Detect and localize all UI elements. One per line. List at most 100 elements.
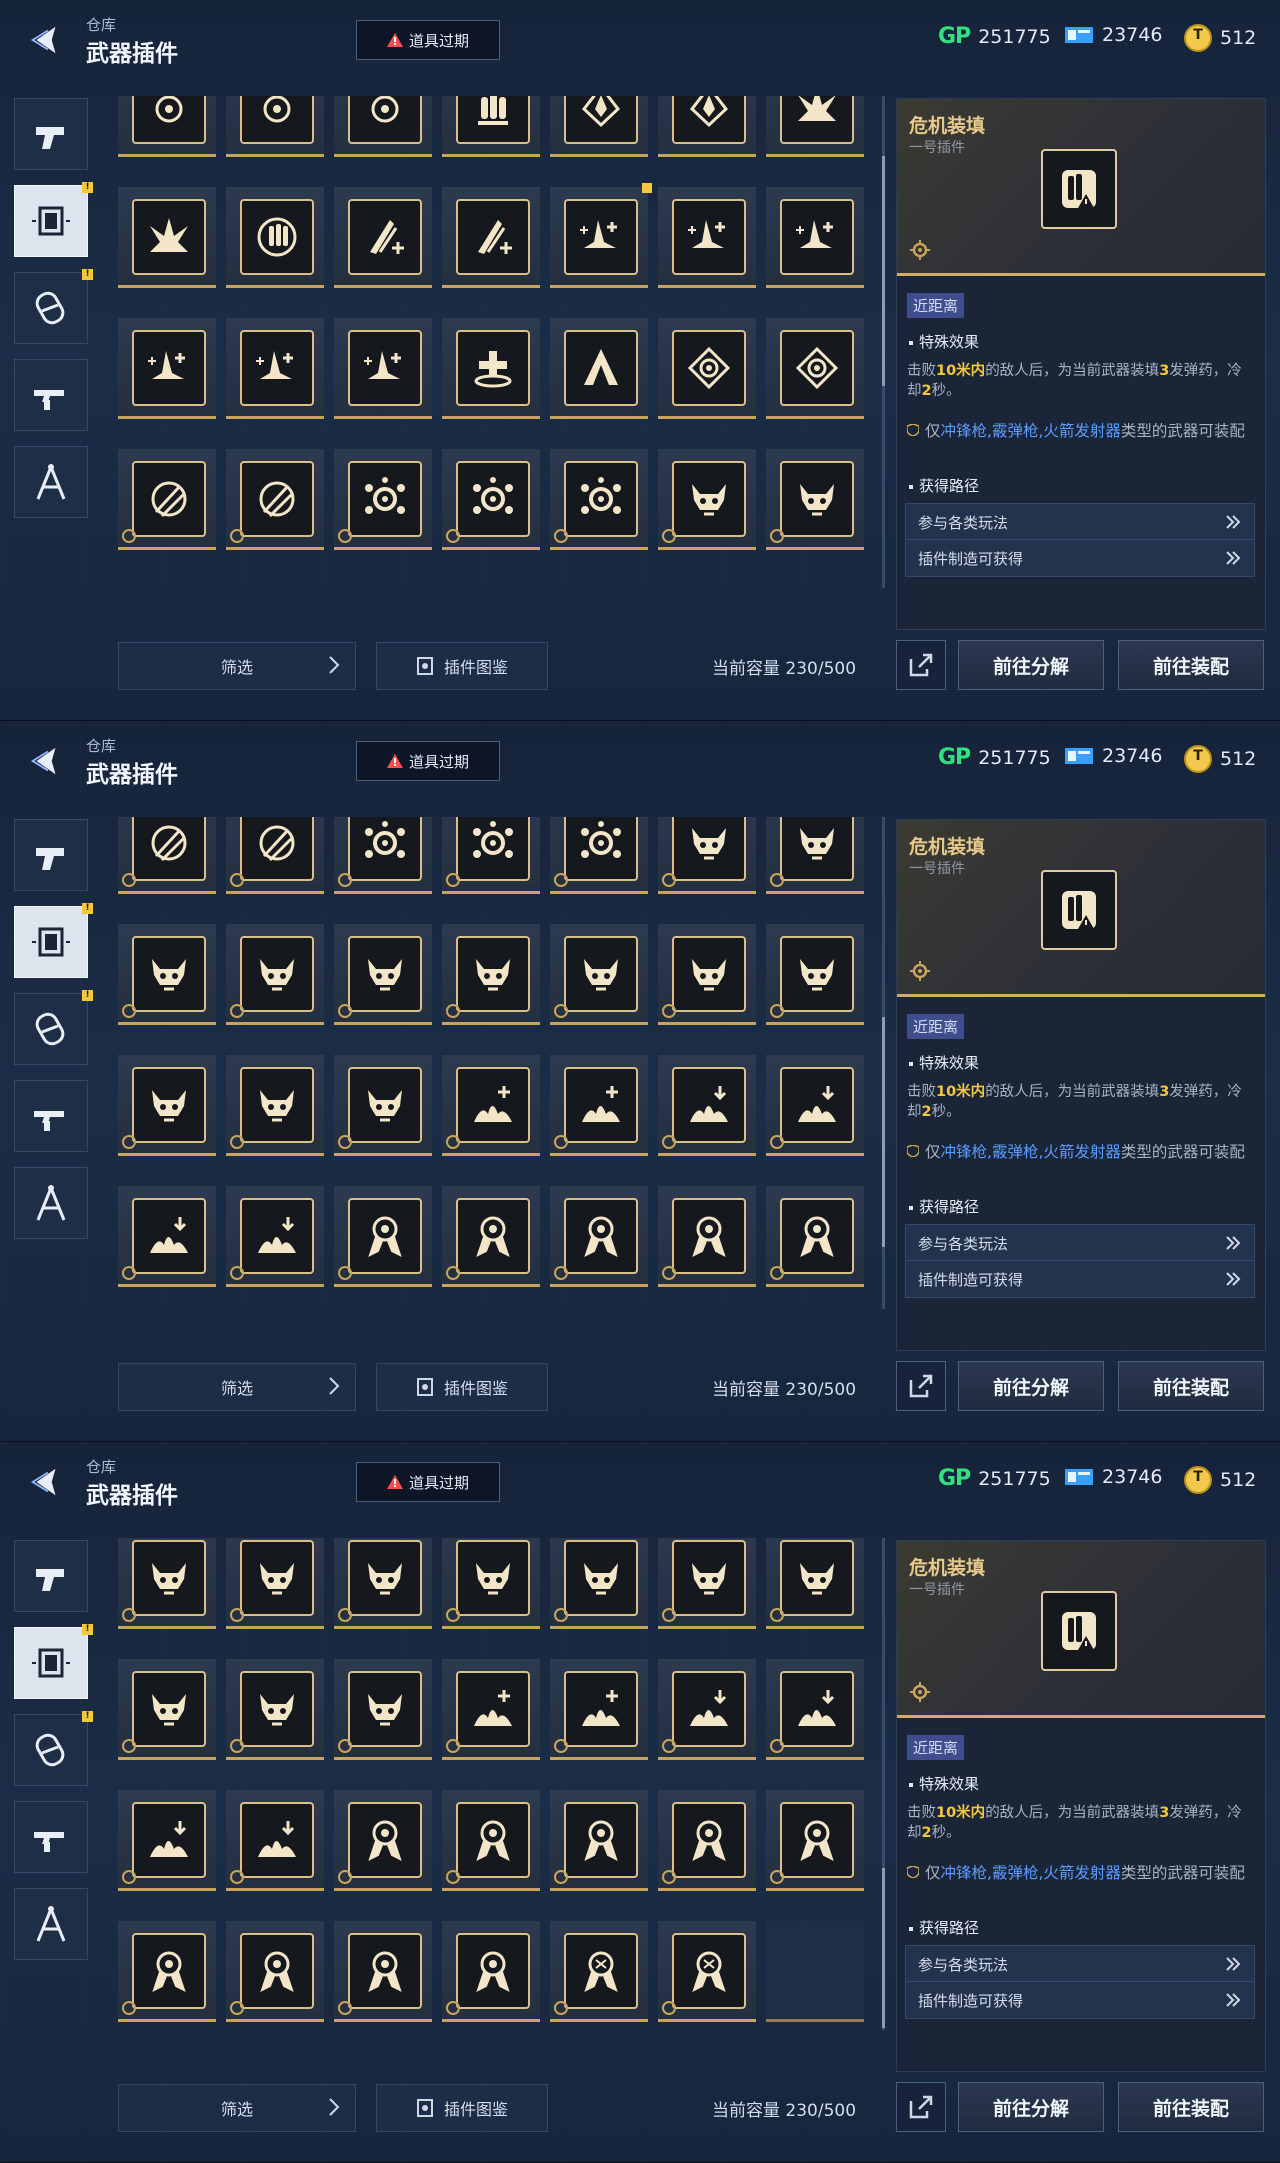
plugin-slot[interactable]	[334, 96, 432, 157]
expand-detail-button[interactable]	[896, 640, 946, 690]
plugin-slot[interactable]	[442, 318, 540, 419]
plugin-slot[interactable]	[118, 1055, 216, 1156]
acquire-route-button[interactable]: 参与各类玩法	[905, 1224, 1255, 1262]
side-tab-pistol[interactable]	[14, 98, 88, 170]
scrollbar-thumb[interactable]	[882, 1868, 885, 2028]
filter-button[interactable]: 筛选	[118, 1363, 356, 1411]
plugin-slot[interactable]	[334, 1659, 432, 1760]
plugin-slot[interactable]	[766, 817, 864, 894]
plugin-slot[interactable]	[118, 1790, 216, 1891]
plugin-slot[interactable]	[226, 318, 324, 419]
acquire-route-button[interactable]: 插件制造可获得	[905, 1260, 1255, 1298]
plugin-slot[interactable]	[766, 318, 864, 419]
plugin-slot[interactable]	[550, 1186, 648, 1287]
plugin-slot[interactable]	[442, 1538, 540, 1629]
side-tab-plugin-chip[interactable]: !	[14, 182, 93, 257]
plugin-slot[interactable]	[118, 1659, 216, 1760]
plugin-slot[interactable]	[334, 318, 432, 419]
side-tab-pistol[interactable]	[14, 819, 88, 891]
plugin-slot[interactable]	[118, 1921, 216, 2022]
side-tab-compass[interactable]	[14, 1888, 88, 1960]
plugin-slot[interactable]	[658, 318, 756, 419]
plugin-slot[interactable]	[658, 449, 756, 550]
filter-button[interactable]: 筛选	[118, 642, 356, 690]
go-equip-button[interactable]: 前往装配	[1118, 640, 1264, 690]
side-tab-rifle[interactable]	[14, 1080, 88, 1152]
go-dismantle-button[interactable]: 前往分解	[958, 640, 1104, 690]
acquire-route-button[interactable]: 参与各类玩法	[905, 503, 1255, 541]
plugin-slot[interactable]	[442, 1921, 540, 2022]
plugin-slot[interactable]	[658, 187, 756, 288]
plugin-slot[interactable]	[118, 924, 216, 1025]
plugin-slot[interactable]	[118, 817, 216, 894]
plugin-slot[interactable]	[550, 183, 652, 288]
plugin-slot[interactable]	[658, 1921, 756, 2022]
back-button[interactable]	[22, 18, 70, 62]
plugin-slot[interactable]	[658, 817, 756, 894]
plugin-slot[interactable]	[766, 96, 864, 157]
acquire-route-button[interactable]: 插件制造可获得	[905, 539, 1255, 577]
plugin-slot[interactable]	[766, 187, 864, 288]
go-equip-button[interactable]: 前往装配	[1118, 2082, 1264, 2132]
side-tab-rifle[interactable]	[14, 1801, 88, 1873]
plugin-slot[interactable]	[550, 1921, 648, 2022]
plugin-codex-button[interactable]: 插件图鉴	[376, 2084, 548, 2132]
plugin-slot[interactable]	[442, 1055, 540, 1156]
plugin-slot[interactable]	[226, 1790, 324, 1891]
plugin-slot[interactable]	[550, 318, 648, 419]
plugin-slot[interactable]	[550, 1790, 648, 1891]
plugin-slot[interactable]	[658, 1790, 756, 1891]
grid-scrollbar[interactable]	[882, 1538, 885, 2030]
plugin-slot[interactable]	[442, 449, 540, 550]
filter-button[interactable]: 筛选	[118, 2084, 356, 2132]
scrollbar-thumb[interactable]	[882, 156, 885, 386]
plugin-slot[interactable]	[550, 1055, 648, 1156]
side-tab-compass[interactable]	[14, 1167, 88, 1239]
go-dismantle-button[interactable]: 前往分解	[958, 2082, 1104, 2132]
plugin-slot[interactable]	[766, 449, 864, 550]
go-equip-button[interactable]: 前往装配	[1118, 1361, 1264, 1411]
expand-detail-button[interactable]	[896, 2082, 946, 2132]
expired-items-button[interactable]: 道具过期	[356, 1462, 500, 1502]
plugin-slot[interactable]	[226, 817, 324, 894]
plugin-slot[interactable]	[442, 1659, 540, 1760]
plugin-slot[interactable]	[550, 817, 648, 894]
back-button[interactable]	[22, 1460, 70, 1504]
plugin-slot[interactable]	[226, 924, 324, 1025]
side-tab-capsule[interactable]: !	[14, 1711, 93, 1786]
plugin-slot[interactable]	[334, 1538, 432, 1629]
plugin-slot[interactable]	[226, 1921, 324, 2022]
plugin-slot[interactable]	[550, 1659, 648, 1760]
plugin-slot[interactable]	[442, 187, 540, 288]
plugin-slot[interactable]	[550, 96, 648, 157]
plugin-slot[interactable]	[226, 187, 324, 288]
plugin-slot[interactable]	[658, 96, 756, 157]
plugin-slot[interactable]	[226, 96, 324, 157]
expired-items-button[interactable]: 道具过期	[356, 20, 500, 60]
plugin-slot[interactable]	[334, 187, 432, 288]
plugin-codex-button[interactable]: 插件图鉴	[376, 1363, 548, 1411]
plugin-slot[interactable]	[550, 449, 648, 550]
plugin-slot[interactable]	[766, 1055, 864, 1156]
plugin-slot[interactable]	[442, 96, 540, 157]
plugin-slot[interactable]	[334, 449, 432, 550]
side-tab-plugin-chip[interactable]: !	[14, 903, 93, 978]
go-dismantle-button[interactable]: 前往分解	[958, 1361, 1104, 1411]
plugin-slot[interactable]	[226, 1659, 324, 1760]
plugin-slot[interactable]	[118, 96, 216, 157]
side-tab-plugin-chip[interactable]: !	[14, 1624, 93, 1699]
plugin-slot[interactable]	[118, 318, 216, 419]
plugin-slot[interactable]	[226, 1055, 324, 1156]
scrollbar-thumb[interactable]	[882, 1017, 885, 1247]
plugin-slot[interactable]	[334, 1790, 432, 1891]
plugin-slot[interactable]	[658, 924, 756, 1025]
plugin-slot[interactable]	[550, 924, 648, 1025]
plugin-slot[interactable]	[550, 1538, 648, 1629]
plugin-slot[interactable]	[442, 1186, 540, 1287]
side-tab-rifle[interactable]	[14, 359, 88, 431]
plugin-slot[interactable]	[658, 1186, 756, 1287]
plugin-slot[interactable]	[442, 924, 540, 1025]
plugin-slot[interactable]	[766, 1538, 864, 1629]
plugin-slot[interactable]	[118, 449, 216, 550]
grid-scrollbar[interactable]	[882, 96, 885, 588]
